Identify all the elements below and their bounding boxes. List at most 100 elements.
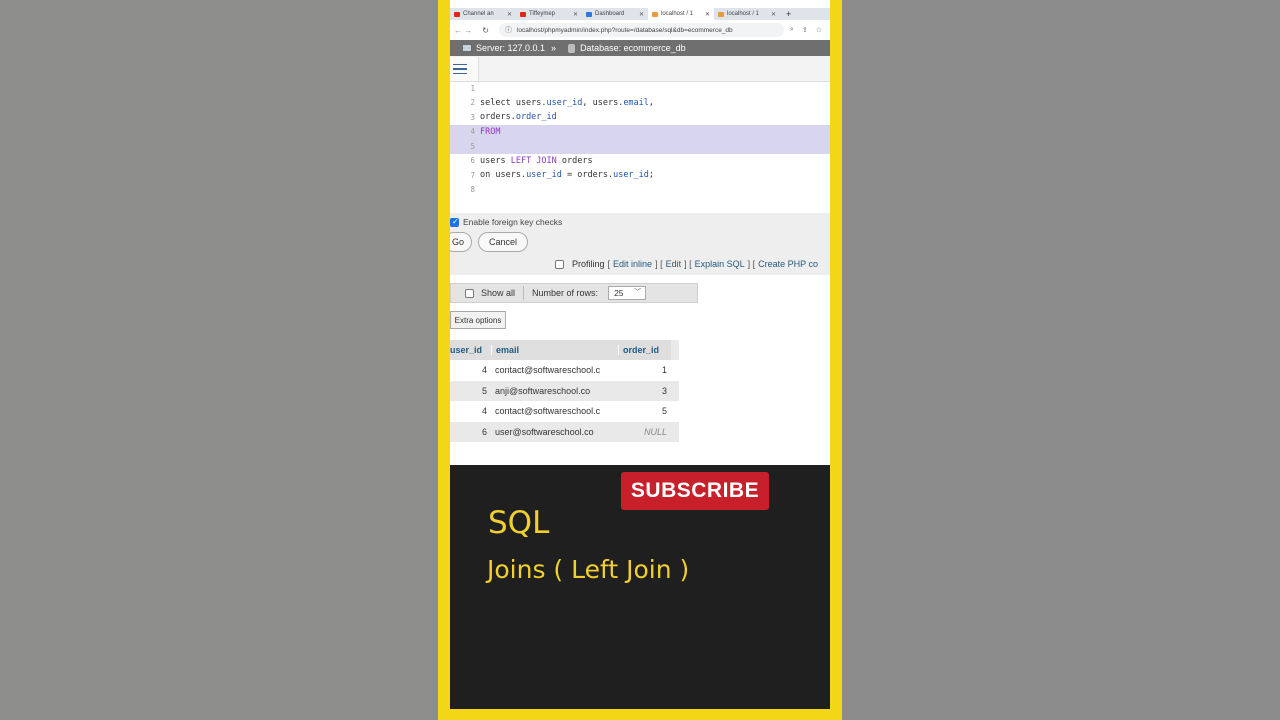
code-line[interactable]: 4 FROM [450, 124, 830, 139]
code-token: , users. [582, 97, 624, 108]
code-token: email [623, 97, 649, 108]
row-filler [671, 360, 679, 381]
explain-sql-link[interactable]: Explain SQL [695, 259, 745, 269]
chevron-down-icon: ﹀ [634, 289, 642, 296]
breadcrumb: Server: 127.0.0.1 » Database: ecommerce_… [450, 40, 830, 56]
sql-editor[interactable]: 1 2 select users.user_id, users.email, 3 ord… [450, 82, 830, 213]
tab-favicon-icon [718, 11, 724, 17]
back-forward-icon[interactable]: ← → [454, 26, 472, 35]
profiling-checkbox[interactable] [555, 259, 564, 269]
code-token: FROM [480, 126, 501, 137]
line-number: 3 [470, 112, 475, 122]
code-token: user_id [526, 170, 562, 181]
background-left [0, 0, 438, 720]
tab-close-icon[interactable]: ✕ [507, 11, 512, 18]
tab-favicon-icon [586, 11, 592, 17]
new-tab-icon[interactable]: + [786, 9, 791, 19]
browser-tab[interactable]: Tiffeymep ✕ [516, 8, 582, 20]
code-text: users LEFT JOIN orders [480, 156, 593, 166]
zoom-icon[interactable]: ⌕ [790, 26, 794, 34]
reload-icon[interactable]: ↻ [482, 26, 489, 35]
create-php-link[interactable]: Create PHP co [758, 259, 818, 269]
code-line[interactable]: 1 [450, 81, 830, 96]
column-header-order-id[interactable]: order_id [618, 345, 671, 355]
url-field[interactable]: ⓘ localhost/phpmyadmin/index.php?route=/… [498, 23, 784, 37]
tab-label: localhost / 1 [661, 11, 694, 17]
browser-tab[interactable]: Channel an ✕ [450, 8, 516, 20]
tab-close-icon[interactable]: ✕ [573, 11, 578, 18]
table-cell: 5 [481, 385, 487, 396]
table-header-row: user_id email order_id [450, 340, 679, 360]
table-row[interactable]: 5 anji@softwareschool.co 3 [450, 380, 679, 402]
browser-tab[interactable]: localhost / 1 ✕ [714, 8, 780, 20]
table-row[interactable]: 4 contact@softwareschool.c 1 [450, 360, 679, 381]
tab-label: Channel an [463, 11, 494, 17]
table-row[interactable]: 6 user@softwareschool.co NULL [450, 421, 679, 442]
tab-close-icon[interactable]: ✕ [705, 11, 710, 18]
subscribe-button[interactable]: SUBSCRIBE [621, 472, 769, 510]
video-frame: Channel an ✕ Tiffeymep ✕ Dashboard ✕ localhost… [438, 0, 842, 720]
row-filler [671, 381, 679, 402]
tab-favicon-icon [520, 11, 526, 17]
rows-select-value: 25 [614, 288, 624, 298]
bookmark-star-icon[interactable]: ☆ [816, 26, 822, 34]
table-row[interactable]: 4 contact@softwareschool.c 5 [450, 401, 679, 422]
browser-screenshot: Channel an ✕ Tiffeymep ✕ Dashboard ✕ localhost… [450, 0, 830, 465]
tab-favicon-icon [454, 11, 460, 17]
hamburger-menu-icon[interactable] [450, 57, 479, 81]
breadcrumb-server[interactable]: Server: 127.0.0.1 [476, 43, 545, 53]
go-button[interactable]: Go [450, 232, 472, 252]
tab-label: Dashboard [595, 11, 625, 17]
column-header-user-id[interactable]: user_id [450, 345, 491, 355]
rows-select[interactable]: 25 ﹀ [608, 286, 647, 300]
table-cell: NULL [643, 426, 667, 437]
tab-label: Tiffeymep [529, 11, 556, 17]
code-token: orders [556, 155, 593, 166]
code-token: on users. [480, 170, 527, 181]
code-text: orders.order_id [480, 112, 557, 122]
table-cell: 4 [481, 406, 487, 417]
line-number: 6 [470, 156, 475, 166]
code-text: FROM [480, 127, 500, 137]
code-text: on users.user_id = orders.user_id; [480, 170, 654, 180]
edit-link[interactable]: Edit [666, 259, 682, 269]
code-line[interactable]: 5 [450, 139, 830, 154]
breadcrumb-database[interactable]: Database: ecommerce_db [580, 43, 686, 53]
breadcrumb-separator: » [551, 43, 557, 53]
database-icon [568, 43, 576, 53]
tab-close-icon[interactable]: ✕ [771, 11, 776, 18]
code-line[interactable]: 3 orders.order_id [450, 110, 830, 125]
table-cell: 6 [481, 426, 487, 437]
code-token: users [480, 155, 511, 166]
tab-close-icon[interactable]: ✕ [639, 11, 644, 18]
browser-tab[interactable]: localhost / 1 ✕ [648, 8, 714, 20]
foreign-key-option[interactable]: Enable foreign key checks [450, 217, 562, 227]
video-title: SQL [488, 505, 550, 541]
video-subtitle: Joins ( Left Join ) [487, 555, 690, 584]
code-token: = orders. [561, 170, 614, 181]
code-line[interactable]: 7 on users.user_id = orders.user_id; [450, 168, 830, 183]
foreign-key-checkbox[interactable] [450, 217, 459, 227]
code-line[interactable]: 8 [450, 183, 830, 198]
header-filler [671, 340, 679, 360]
code-token: , [648, 97, 655, 108]
cancel-button[interactable]: Cancel [478, 232, 528, 252]
profiling-label: Profiling [572, 259, 605, 269]
rows-label: Number of rows: [532, 288, 599, 298]
background-right [842, 0, 1280, 720]
share-icon[interactable]: ⇪ [802, 26, 808, 34]
code-line[interactable]: 6 users LEFT JOIN orders [450, 154, 830, 169]
results-navigation: Show all Number of rows: 25 ﹀ [450, 283, 698, 303]
table-cell: contact@softwareschool.c [495, 406, 601, 417]
tab-favicon-icon [652, 11, 658, 17]
show-all-checkbox[interactable] [465, 288, 474, 298]
browser-tab[interactable]: Dashboard ✕ [582, 8, 648, 20]
show-all-label: Show all [481, 288, 516, 298]
info-icon[interactable]: ⓘ [505, 25, 512, 35]
code-line[interactable]: 2 select users.user_id, users.email, [450, 96, 830, 111]
address-bar: ← → ↻ ⓘ localhost/phpmyadmin/index.php?r… [450, 20, 830, 40]
column-header-email[interactable]: email [491, 345, 618, 355]
extra-options-button[interactable]: Extra options [450, 311, 506, 329]
edit-inline-link[interactable]: Edit inline [613, 259, 652, 269]
code-text: select users.user_id, users.email, [480, 98, 654, 108]
